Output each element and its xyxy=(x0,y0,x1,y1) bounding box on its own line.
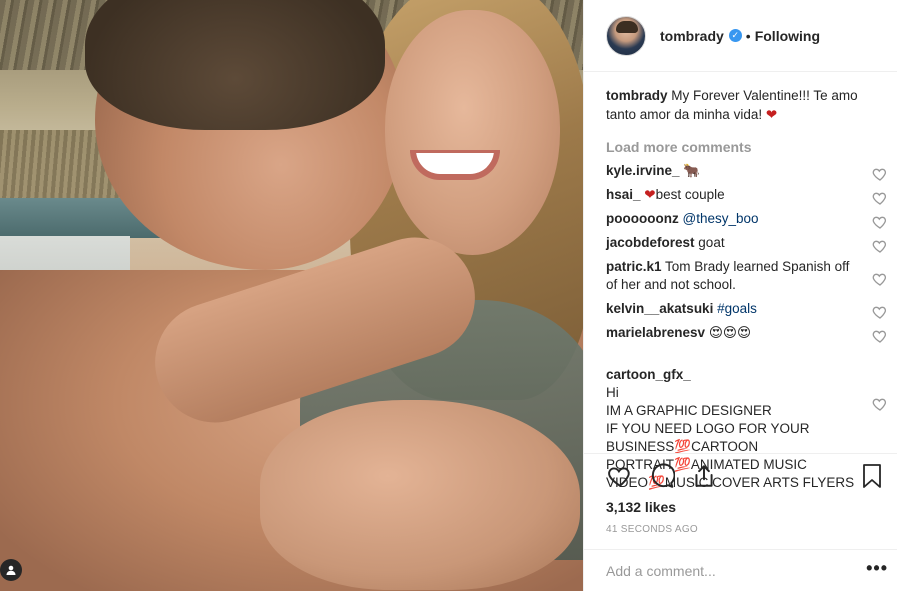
caption-username[interactable]: tombrady xyxy=(606,88,668,103)
comment-like-heart-icon[interactable] xyxy=(872,396,888,412)
comment-like-heart-icon[interactable] xyxy=(872,328,888,344)
comment-heart-emoji: ❤ xyxy=(644,187,656,202)
photo-hand xyxy=(260,400,580,590)
comment-like-heart-icon[interactable] xyxy=(872,271,888,287)
comment-text: 😍😍😍 xyxy=(708,325,752,340)
comment-username[interactable]: poooooonz xyxy=(606,211,679,226)
instagram-post: tombrady ✓ • Following tombrady My Forev… xyxy=(0,0,897,591)
load-more-comments-button[interactable]: Load more comments xyxy=(606,139,888,155)
bookmark-icon[interactable] xyxy=(858,462,886,490)
comment-text: 🐂 xyxy=(683,163,701,178)
photo-woman-face xyxy=(385,10,560,255)
comment-username[interactable]: hsai_ xyxy=(606,187,641,202)
photo-man-hair xyxy=(85,0,385,130)
comment-mention-link[interactable]: @thesy_boo xyxy=(683,211,759,226)
comment-username[interactable]: jacobdeforest xyxy=(606,235,695,250)
post-photo[interactable] xyxy=(0,0,583,591)
comment-row: jacobdeforest goat xyxy=(606,234,888,258)
following-button[interactable]: Following xyxy=(755,28,820,44)
comment-like-heart-icon[interactable] xyxy=(872,166,888,182)
comment-username[interactable]: patric.k1 xyxy=(606,259,662,274)
avatar[interactable] xyxy=(606,15,646,56)
comment-text: goat xyxy=(698,235,725,250)
separator-dot: • xyxy=(745,27,751,44)
comment-username[interactable]: marielabrenesv xyxy=(606,325,705,340)
header-username[interactable]: tombrady xyxy=(660,28,724,44)
add-comment-bar: ••• xyxy=(584,549,897,591)
comments-list: tombrady My Forever Valentine!!! Te amo … xyxy=(606,86,888,490)
likes-count[interactable]: 3,132 likes xyxy=(606,499,676,515)
comment-like-heart-icon[interactable] xyxy=(872,238,888,254)
comment-row: poooooonz @thesy_boo xyxy=(606,210,888,234)
comment-row: marielabrenesv 😍😍😍 xyxy=(606,324,888,348)
add-comment-input[interactable] xyxy=(606,562,846,579)
comment-like-heart-icon[interactable] xyxy=(872,190,888,206)
comment-username[interactable]: cartoon_gfx_ xyxy=(606,367,691,382)
post-header: tombrady ✓ • Following xyxy=(584,0,897,72)
share-icon[interactable] xyxy=(690,462,718,490)
comment-row: kyle.irvine_ 🐂 xyxy=(606,162,888,186)
comment-row: cartoon_gfx_ Hi IM A GRAPHIC DESIGNER IF… xyxy=(606,348,888,490)
caption-heart-emoji: ❤ xyxy=(765,107,778,122)
person-tag-icon[interactable] xyxy=(0,559,22,581)
heart-outline-icon[interactable] xyxy=(606,462,634,490)
comment-hashtag-link[interactable]: #goals xyxy=(717,301,757,316)
comment-username[interactable]: kelvin__akatsuki xyxy=(606,301,713,316)
action-icons xyxy=(606,462,718,490)
post-caption: tombrady My Forever Valentine!!! Te amo … xyxy=(606,86,888,124)
comment-text: best couple xyxy=(655,187,725,202)
comment-like-heart-icon[interactable] xyxy=(872,304,888,320)
speech-bubble-icon[interactable] xyxy=(648,462,676,490)
post-sidebar: tombrady ✓ • Following tombrady My Forev… xyxy=(583,0,897,591)
post-actions: 3,132 likes 41 SECONDS AGO xyxy=(584,453,897,553)
more-options-icon[interactable]: ••• xyxy=(866,559,888,577)
post-timestamp[interactable]: 41 SECONDS AGO xyxy=(606,524,698,535)
comment-like-heart-icon[interactable] xyxy=(872,214,888,230)
comment-row: hsai_ ❤best couple xyxy=(606,186,888,210)
verified-badge-icon: ✓ xyxy=(728,29,742,42)
comment-row: patric.k1 Tom Brady learned Spanish off … xyxy=(606,258,888,300)
comment-row: kelvin__akatsuki #goals xyxy=(606,300,888,324)
comment-username[interactable]: kyle.irvine_ xyxy=(606,163,680,178)
